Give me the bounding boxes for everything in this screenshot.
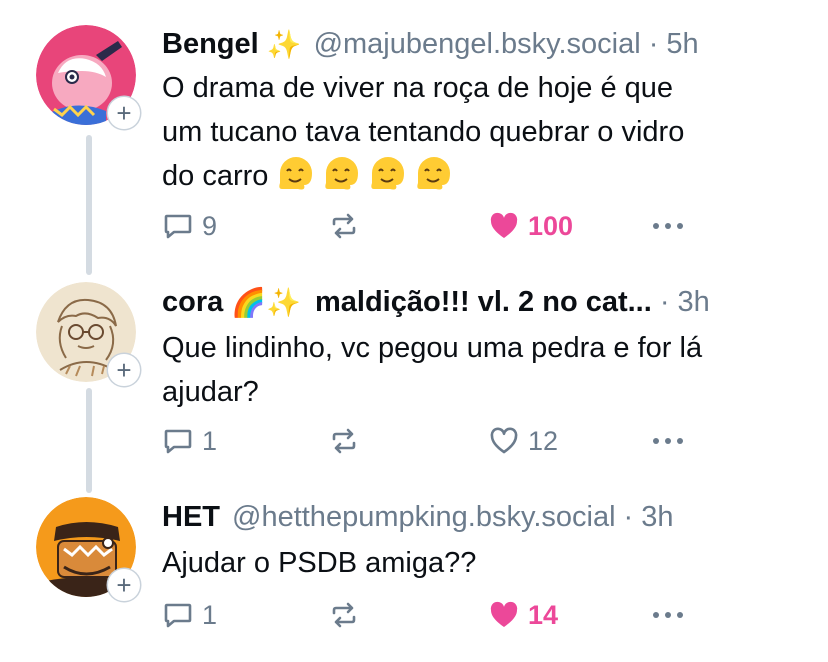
separator: · (659, 285, 670, 318)
display-name[interactable]: HET (162, 501, 220, 534)
repost-icon (332, 213, 356, 239)
emoji-row (276, 155, 454, 191)
post-actions: 1 14 (162, 597, 702, 633)
more-horizontal-icon (653, 223, 683, 229)
post-actions: 9 100 (162, 208, 702, 244)
post-text: Que lindinho, vc pegou uma pedra e for l… (162, 326, 792, 414)
reply-button[interactable]: 9 (162, 208, 217, 244)
follow-badge[interactable]: + (108, 354, 140, 386)
plus-icon: + (116, 98, 132, 128)
post-header: Bengel ✨ @majubengel.bsky.social · 5h (162, 26, 699, 62)
text-line: do carro (162, 154, 792, 198)
melting-face-icon (417, 157, 451, 190)
display-name-suffix[interactable]: maldição!!! vl. 2 no cat... (315, 286, 652, 319)
heart-filled-icon (490, 601, 518, 627)
timestamp[interactable]: 3h (677, 286, 709, 319)
more-horizontal-icon (653, 612, 683, 618)
more-options-button[interactable] (650, 597, 686, 633)
repost-icon (332, 602, 356, 628)
reply-icon (164, 603, 192, 628)
post[interactable]: + cora 🌈✨ maldição!!! vl. 2 no cat... · … (0, 270, 828, 495)
timestamp[interactable]: 5h (666, 28, 698, 61)
rainbow-sparkles-icon: 🌈✨ (231, 285, 301, 319)
follow-badge[interactable]: + (108, 569, 140, 601)
text-line: O drama de viver na roça de hoje é que (162, 72, 674, 104)
post[interactable]: + HET @hetthepumpking.bsky.social · 3h A… (0, 495, 828, 662)
text-line: ajudar? (162, 376, 259, 408)
like-button[interactable]: 12 (488, 423, 558, 459)
melting-face-icon (325, 157, 359, 190)
more-horizontal-icon (653, 438, 683, 444)
like-count: 14 (528, 599, 559, 630)
reply-count: 9 (202, 210, 218, 241)
post-thread: + Bengel ✨ @majubengel.bsky.social · 5h … (0, 0, 828, 662)
reply-icon (164, 429, 192, 454)
separator: · (648, 27, 659, 60)
more-options-button[interactable] (650, 423, 686, 459)
sparkles-icon: ✨ (266, 27, 302, 61)
handle[interactable]: @hetthepumpking.bsky.social (232, 501, 616, 534)
heart-outline-icon (490, 427, 518, 454)
post-text: O drama de viver na roça de hoje é que u… (162, 66, 792, 198)
repost-button[interactable] (328, 597, 360, 633)
text-line: Que lindinho, vc pegou uma pedra e for l… (162, 332, 703, 364)
like-count: 12 (528, 425, 559, 456)
text-line: Ajudar o PSDB amiga?? (162, 547, 477, 579)
post-header: HET @hetthepumpking.bsky.social · 3h (162, 499, 673, 535)
post[interactable]: + Bengel ✨ @majubengel.bsky.social · 5h … (0, 0, 828, 270)
follow-badge[interactable]: + (108, 97, 140, 129)
timestamp[interactable]: 3h (641, 501, 673, 534)
reply-count: 1 (202, 425, 218, 456)
handle[interactable]: @majubengel.bsky.social (314, 28, 641, 61)
repost-button[interactable] (328, 208, 360, 244)
heart-filled-icon (490, 212, 518, 238)
text-line: um tucano tava tentando quebrar o vidro (162, 116, 685, 148)
reply-button[interactable]: 1 (162, 597, 217, 633)
like-count: 100 (528, 210, 574, 241)
reply-button[interactable]: 1 (162, 423, 217, 459)
melting-face-icon (279, 157, 313, 190)
like-button[interactable]: 14 (488, 597, 558, 633)
reply-count: 1 (202, 599, 218, 630)
separator: · (623, 500, 634, 533)
reply-icon (164, 214, 192, 239)
plus-icon: + (116, 355, 132, 385)
post-text: Ajudar o PSDB amiga?? (162, 541, 792, 585)
display-name[interactable]: Bengel (162, 28, 259, 61)
melting-face-icon (371, 157, 405, 190)
repost-button[interactable] (328, 423, 360, 459)
more-options-button[interactable] (650, 208, 686, 244)
text-line-content: do carro (162, 160, 269, 192)
repost-icon (332, 428, 356, 454)
like-button[interactable]: 100 (488, 208, 573, 244)
post-header: cora 🌈✨ maldição!!! vl. 2 no cat... · 3h (162, 284, 710, 320)
plus-icon: + (116, 570, 132, 600)
post-actions: 1 12 (162, 423, 702, 459)
display-name[interactable]: cora (162, 286, 223, 319)
